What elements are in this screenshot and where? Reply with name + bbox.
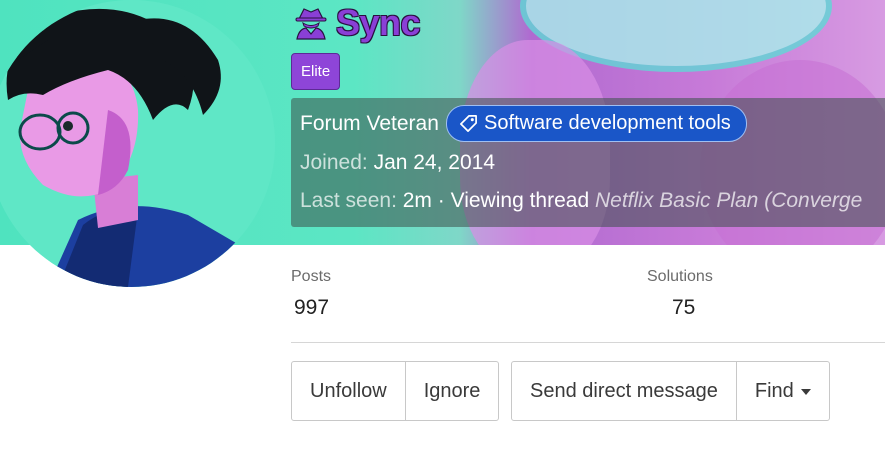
joined-label: Joined: xyxy=(300,151,368,174)
solutions-label: Solutions xyxy=(647,268,713,285)
last-seen-value: 2m · Viewing thread xyxy=(402,189,590,212)
last-seen-thread-link[interactable]: Netflix Basic Plan (Converge xyxy=(595,189,862,212)
profile-name-row: Sync xyxy=(294,2,421,44)
avatar-illustration xyxy=(0,0,275,287)
send-direct-message-button[interactable]: Send direct message xyxy=(512,362,736,420)
avatar[interactable] xyxy=(0,0,275,287)
joined-value: Jan 24, 2014 xyxy=(373,151,495,174)
user-banner-badge: Elite xyxy=(291,53,341,90)
find-button-label: Find xyxy=(754,379,794,402)
find-button[interactable]: Find xyxy=(735,362,829,420)
unfollow-button[interactable]: Unfollow xyxy=(292,362,405,420)
user-title: Forum Veteran xyxy=(300,112,439,136)
username: Sync xyxy=(336,2,421,43)
stats-divider xyxy=(291,342,885,343)
chevron-down-icon xyxy=(800,389,811,395)
user-title-text: Forum Veteran xyxy=(300,112,439,135)
message-find-group: Send direct message Find xyxy=(511,361,830,421)
last-seen-label: Last seen: xyxy=(300,189,397,212)
last-seen-row: Last seen: 2m · Viewing thread Netflix B… xyxy=(300,189,862,213)
ignore-button[interactable]: Ignore xyxy=(404,362,499,420)
tag-label: Software development tools xyxy=(484,112,731,134)
posts-label: Posts xyxy=(291,268,332,285)
follow-ignore-group: Unfollow Ignore xyxy=(291,361,500,421)
spy-icon xyxy=(295,8,327,40)
posts-value[interactable]: 997 xyxy=(294,296,329,320)
joined-row: Joined: Jan 24, 2014 xyxy=(300,151,495,175)
tag-icon xyxy=(460,115,477,132)
solutions-value[interactable]: 75 xyxy=(672,296,695,320)
tag-pill[interactable]: Software development tools xyxy=(446,105,747,142)
